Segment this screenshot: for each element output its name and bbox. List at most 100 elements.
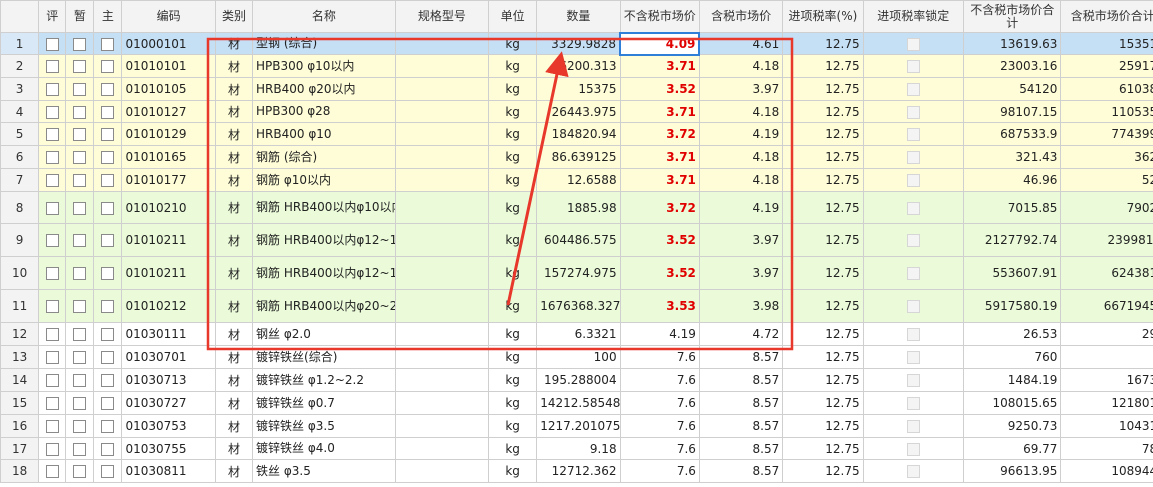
quantity-cell[interactable]: 15375 xyxy=(536,77,621,101)
category-cell[interactable]: 材 xyxy=(214,322,254,346)
main-checkbox[interactable] xyxy=(93,145,123,169)
tax-lock-checkbox[interactable] xyxy=(862,122,965,146)
spec-cell[interactable] xyxy=(394,223,490,257)
unit-cell[interactable]: kg xyxy=(488,122,538,146)
code-cell[interactable]: 01030753 xyxy=(121,414,216,438)
lock-checkbox-box[interactable] xyxy=(906,420,920,433)
tax-rate-cell[interactable]: 12.75 xyxy=(782,168,864,192)
checkbox-box[interactable] xyxy=(73,174,87,187)
table-row[interactable]: 18 01030811 材铁丝 φ3.5 kg 12712.362 7.6 8.57 12.7… xyxy=(0,459,1153,483)
price-excl-tax-cell[interactable]: 7.6 xyxy=(619,459,700,483)
price-excl-tax-cell[interactable]: 7.6 xyxy=(619,391,700,415)
header-category[interactable]: 类别 xyxy=(214,0,254,33)
provisional-checkbox[interactable] xyxy=(65,168,95,192)
table-row[interactable]: 12 01030111 材钢丝 φ2.0 kg 6.3321 4.19 4.72 12.75 2… xyxy=(0,322,1153,346)
price-incl-tax-cell[interactable]: 4.18 xyxy=(698,168,784,192)
checkbox-box[interactable] xyxy=(45,267,59,280)
tax-lock-checkbox[interactable] xyxy=(862,289,965,323)
checkbox-box[interactable] xyxy=(45,351,59,364)
unit-cell[interactable]: kg xyxy=(488,54,538,78)
total-incl-tax-cell[interactable]: 121801. xyxy=(1060,391,1153,415)
spec-cell[interactable] xyxy=(394,391,490,415)
row-number[interactable]: 15 xyxy=(0,391,40,415)
tax-rate-cell[interactable]: 12.75 xyxy=(782,256,864,290)
code-cell[interactable]: 01010127 xyxy=(121,100,216,123)
review-checkbox[interactable] xyxy=(38,77,67,101)
total-excl-tax-cell[interactable]: 26.53 xyxy=(963,322,1062,346)
tax-lock-checkbox[interactable] xyxy=(862,368,965,392)
price-excl-tax-cell[interactable]: 7.6 xyxy=(619,414,700,438)
unit-cell[interactable]: kg xyxy=(488,32,538,55)
main-checkbox[interactable] xyxy=(93,289,123,323)
tax-rate-cell[interactable]: 12.75 xyxy=(782,32,864,55)
tax-rate-cell[interactable]: 12.75 xyxy=(782,145,864,169)
unit-cell[interactable]: kg xyxy=(488,223,538,257)
price-incl-tax-cell[interactable]: 8.57 xyxy=(698,437,784,460)
price-incl-tax-cell[interactable]: 8.57 xyxy=(698,368,784,392)
category-cell[interactable]: 材 xyxy=(214,77,254,101)
provisional-checkbox[interactable] xyxy=(65,32,95,55)
provisional-checkbox[interactable] xyxy=(65,289,95,323)
name-cell[interactable]: 钢筋 HRB400以内φ12~18 xyxy=(252,256,396,290)
total-excl-tax-cell[interactable]: 69.77 xyxy=(963,437,1062,460)
name-cell[interactable]: 钢筋 (综合) xyxy=(252,145,396,169)
category-cell[interactable]: 材 xyxy=(214,100,254,123)
table-row[interactable]: 3 01010105 材 HRB400 φ20以内 kg 15375 3.52 3.97 12.… xyxy=(0,77,1153,101)
name-cell[interactable]: HPB300 φ10以内 xyxy=(252,54,396,78)
total-excl-tax-cell[interactable]: 9250.73 xyxy=(963,414,1062,438)
total-excl-tax-cell[interactable]: 760 xyxy=(963,345,1062,369)
spec-cell[interactable] xyxy=(394,322,490,346)
header-quantity[interactable]: 数量 xyxy=(536,0,621,33)
lock-checkbox-box[interactable] xyxy=(906,351,920,364)
main-checkbox[interactable] xyxy=(93,437,123,460)
lock-checkbox-box[interactable] xyxy=(906,128,920,141)
row-number[interactable]: 1 xyxy=(0,32,40,55)
lock-checkbox-box[interactable] xyxy=(906,151,920,164)
checkbox-box[interactable] xyxy=(73,420,87,433)
header-price-incl-tax[interactable]: 含税市场价 xyxy=(698,0,784,33)
quantity-cell[interactable]: 604486.575 xyxy=(536,223,621,257)
checkbox-box[interactable] xyxy=(101,465,115,478)
total-excl-tax-cell[interactable]: 5917580.19 xyxy=(963,289,1062,323)
checkbox-box[interactable] xyxy=(45,397,59,410)
tax-lock-checkbox[interactable] xyxy=(862,100,965,123)
total-excl-tax-cell[interactable]: 54120 xyxy=(963,77,1062,101)
spec-cell[interactable] xyxy=(394,145,490,169)
row-number[interactable]: 11 xyxy=(0,289,40,323)
table-row[interactable]: 14 01030713 材镀锌铁丝 φ1.2~2.2 kg 195.288004 7.6 8… xyxy=(0,368,1153,392)
table-row[interactable]: 10 01010211 材钢筋 HRB400以内φ12~18 kg 157274.975… xyxy=(0,256,1153,290)
code-cell[interactable]: 01030811 xyxy=(121,459,216,483)
provisional-checkbox[interactable] xyxy=(65,322,95,346)
checkbox-box[interactable] xyxy=(45,201,59,215)
checkbox-box[interactable] xyxy=(45,465,59,478)
price-excl-tax-cell[interactable]: 3.52 xyxy=(619,256,700,290)
price-excl-tax-cell[interactable]: 3.72 xyxy=(619,122,700,146)
total-excl-tax-cell[interactable]: 13619.63 xyxy=(963,32,1062,55)
category-cell[interactable]: 材 xyxy=(214,168,254,192)
unit-cell[interactable]: kg xyxy=(488,191,538,224)
total-excl-tax-cell[interactable]: 2127792.74 xyxy=(963,223,1062,257)
category-cell[interactable]: 材 xyxy=(214,256,254,290)
price-excl-tax-cell[interactable]: 4.09 xyxy=(619,31,701,56)
total-excl-tax-cell[interactable]: 98107.15 xyxy=(963,100,1062,123)
tax-lock-checkbox[interactable] xyxy=(862,414,965,438)
tax-lock-checkbox[interactable] xyxy=(862,256,965,290)
lock-checkbox-box[interactable] xyxy=(906,267,920,280)
review-checkbox[interactable] xyxy=(38,322,67,346)
row-number[interactable]: 13 xyxy=(0,345,40,369)
quantity-cell[interactable]: 12.6588 xyxy=(536,168,621,192)
tax-rate-cell[interactable]: 12.75 xyxy=(782,223,864,257)
header-unit[interactable]: 单位 xyxy=(488,0,538,33)
tax-lock-checkbox[interactable] xyxy=(862,345,965,369)
quantity-cell[interactable]: 1217.201075 xyxy=(536,414,621,438)
checkbox-box[interactable] xyxy=(73,397,87,410)
checkbox-box[interactable] xyxy=(73,351,87,364)
checkbox-box[interactable] xyxy=(45,328,59,341)
table-row[interactable]: 9 01010211 材钢筋 HRB400以内φ12~18 kg 604486.575 3… xyxy=(0,223,1153,257)
price-excl-tax-cell[interactable]: 3.71 xyxy=(619,54,700,78)
price-incl-tax-cell[interactable]: 3.98 xyxy=(698,289,784,323)
checkbox-box[interactable] xyxy=(45,300,59,313)
code-cell[interactable]: 01010212 xyxy=(121,289,216,323)
checkbox-box[interactable] xyxy=(101,83,115,96)
code-cell[interactable]: 01010165 xyxy=(121,145,216,169)
